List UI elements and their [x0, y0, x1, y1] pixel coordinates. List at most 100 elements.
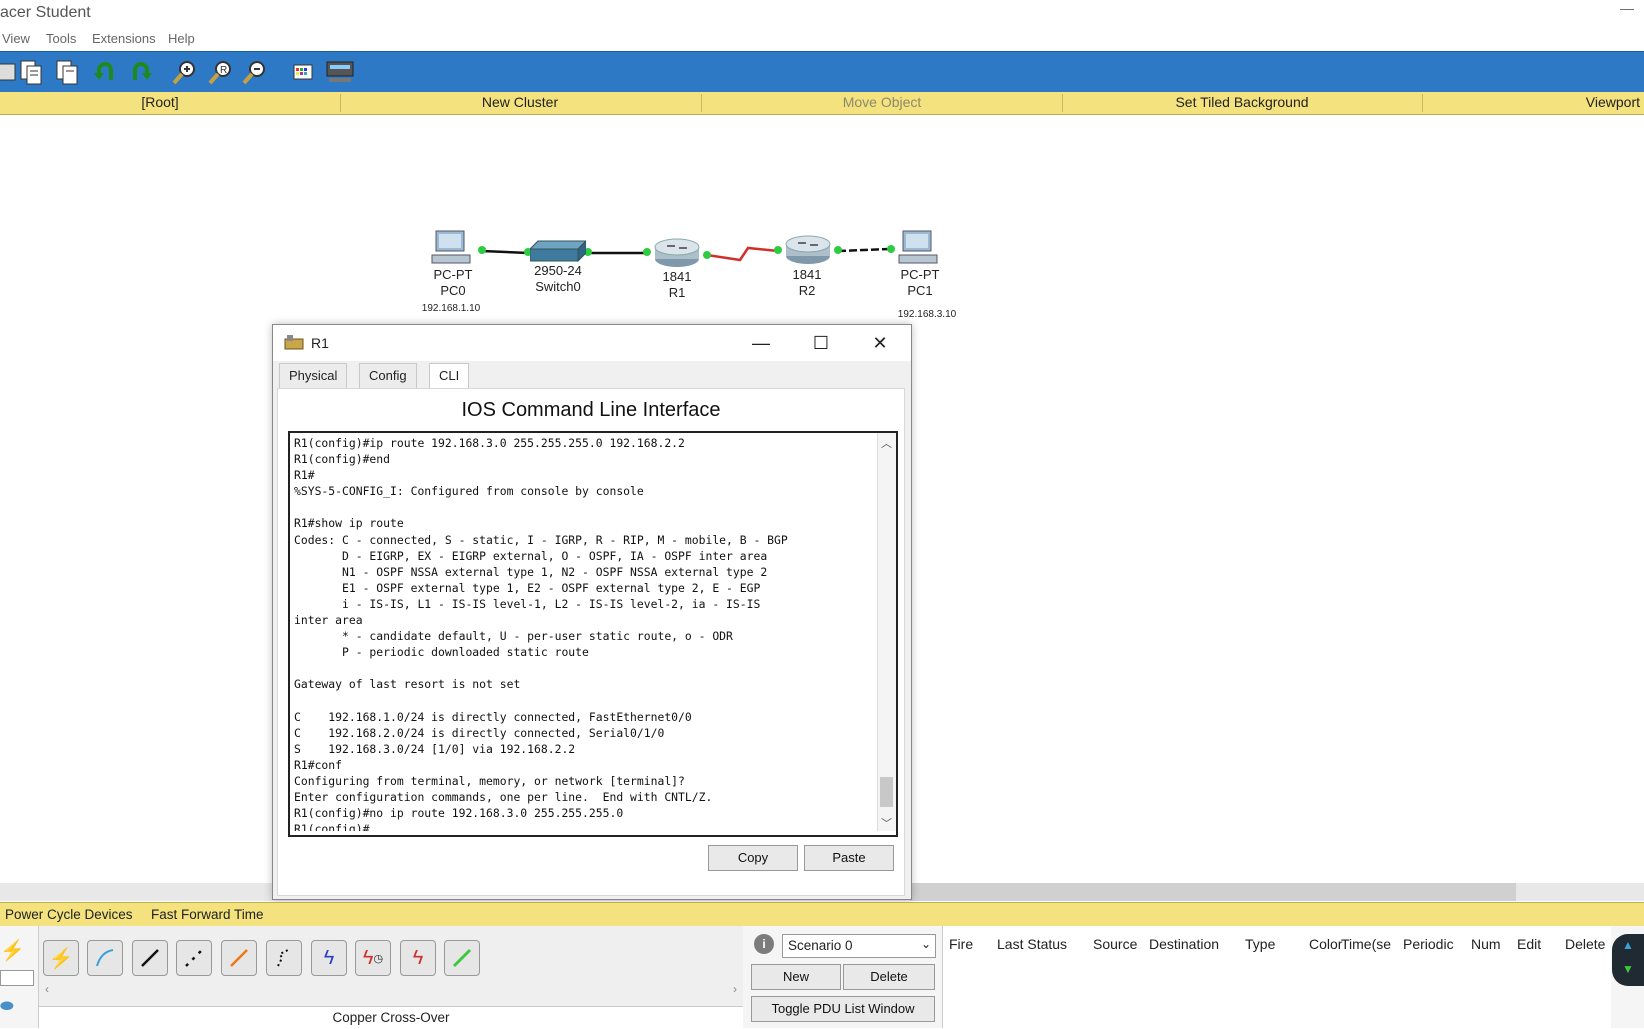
copper-straight-icon[interactable] [132, 940, 168, 976]
scrollbar-thumb[interactable] [910, 883, 1516, 901]
pc1-device[interactable] [897, 229, 941, 272]
pc1-ip-label: 192.168.3.10 [897, 309, 957, 320]
copy-button[interactable]: Copy [708, 845, 798, 871]
scenario-select[interactable]: Scenario 0 ⌄ [782, 934, 936, 958]
paste-button[interactable]: Paste [804, 845, 894, 871]
palette-icon[interactable] [288, 57, 318, 87]
pdu-col-periodic[interactable]: Periodic [1403, 936, 1454, 952]
redo-icon[interactable] [126, 57, 156, 87]
coaxial-icon[interactable]: ϟ [311, 940, 347, 976]
set-tiled-background-button[interactable]: Set Tiled Background [1142, 94, 1342, 110]
category-label-box [0, 970, 34, 986]
new-scenario-button[interactable]: New [751, 964, 841, 990]
serial-dce-icon[interactable]: ϟ ◷ [355, 940, 391, 976]
info-icon[interactable]: i [754, 934, 774, 954]
pc-icon [898, 230, 938, 264]
cli-scrollbar[interactable]: ︿ ﹀ [877, 433, 896, 831]
link-status-dot [703, 251, 711, 259]
chevron-up-icon[interactable]: ︿ [881, 435, 892, 451]
menu-tools[interactable]: Tools [46, 31, 76, 46]
copper-crossover-icon[interactable] [176, 940, 212, 976]
chevron-down-icon[interactable]: ﹀ [881, 815, 892, 831]
paste-icon[interactable] [52, 57, 82, 87]
scrollbar-thumb[interactable] [880, 777, 893, 807]
wireless-category-icon[interactable]: ⬬ [0, 998, 14, 1016]
app-title: acer Student [0, 4, 91, 21]
pdu-col-delete[interactable]: Delete [1565, 936, 1605, 952]
pdu-list: Fire Last Status Source Destination Type… [942, 926, 1611, 1028]
menu-extensions[interactable]: Extensions [92, 31, 156, 46]
fast-forward-button[interactable]: Fast Forward Time [151, 907, 264, 922]
tab-physical[interactable]: Physical [279, 363, 348, 388]
pc0-ip-label: 192.168.1.10 [421, 303, 481, 314]
link-status-dot [774, 246, 782, 254]
minimize-icon[interactable]: — [741, 329, 781, 357]
fiber-icon[interactable] [221, 940, 257, 976]
maximize-icon[interactable]: ☐ [801, 329, 841, 357]
custom-device-icon[interactable] [325, 57, 355, 87]
tab-cli[interactable]: CLI [429, 363, 470, 389]
new-cluster-button[interactable]: New Cluster [420, 94, 620, 110]
pdu-col-destination[interactable]: Destination [1149, 936, 1219, 952]
pdu-col-fire[interactable]: Fire [949, 936, 973, 952]
copy-icon[interactable] [16, 57, 46, 87]
pc0-name-label: PC0 [440, 283, 466, 298]
close-icon[interactable]: ✕ [860, 329, 900, 357]
pdu-col-num[interactable]: Num [1471, 936, 1501, 952]
zoom-reset-icon[interactable]: R [206, 57, 236, 87]
tab-config[interactable]: Config [359, 363, 417, 388]
chevron-right-icon[interactable]: › [733, 982, 737, 996]
console-cable-icon[interactable] [87, 940, 123, 976]
phone-cable-icon[interactable] [266, 940, 302, 976]
cli-output[interactable]: R1(config)#ip route 192.168.3.0 255.255.… [294, 435, 874, 831]
connection-type-label: Copper Cross-Over [39, 1006, 743, 1029]
link-r2-pc1 [837, 247, 891, 253]
zoom-in-icon[interactable] [170, 57, 200, 87]
cli-console[interactable]: R1(config)#ip route 192.168.3.0 255.255.… [288, 431, 898, 837]
main-toolbar: R [0, 51, 1644, 93]
arrow-up-icon: ▲ [1622, 938, 1634, 952]
r1-window-titlebar[interactable]: R1 — ☐ ✕ [273, 325, 911, 361]
chevron-left-icon[interactable]: ‹ [45, 982, 49, 996]
root-button[interactable]: [Root] [60, 94, 260, 110]
serial-dte-icon[interactable]: ϟ [400, 940, 436, 976]
viewport-button[interactable]: Viewport [1540, 94, 1640, 110]
link-status-dot [478, 246, 486, 254]
toggle-pdu-list-button[interactable]: Toggle PDU List Window [751, 996, 935, 1022]
auto-connection-icon[interactable]: ⚡ [43, 940, 79, 976]
pdu-col-source[interactable]: Source [1093, 936, 1137, 952]
pdu-col-edit[interactable]: Edit [1517, 936, 1541, 952]
connections-category-icon[interactable]: ⚡ [0, 938, 34, 966]
minimize-icon[interactable]: — [1620, 0, 1634, 16]
undo-icon[interactable] [90, 57, 120, 87]
link-status-dot [643, 248, 651, 256]
link-status-dot [834, 246, 842, 254]
move-object-button[interactable]: Move Object [782, 94, 982, 110]
switch-icon [528, 239, 588, 263]
delete-scenario-button[interactable]: Delete [843, 964, 935, 990]
pdu-col-last-status[interactable]: Last Status [997, 936, 1067, 952]
realtime-bar: Power Cycle Devices Fast Forward Time [0, 902, 1644, 927]
link-status-dot [887, 245, 895, 253]
cli-panel: IOS Command Line Interface R1(config)#ip… [277, 388, 905, 896]
pc1-type-label: PC-PT [900, 267, 940, 282]
menu-view[interactable]: View [2, 31, 30, 46]
pdu-col-type[interactable]: Type [1245, 936, 1275, 952]
menu-help[interactable]: Help [168, 31, 195, 46]
r1-name-label: R1 [668, 285, 686, 300]
octal-cable-icon[interactable] [444, 940, 480, 976]
r2-type-label: 1841 [792, 267, 822, 282]
pdu-col-color[interactable]: Color [1309, 936, 1342, 952]
pdu-col-time[interactable]: Time(se [1341, 936, 1397, 952]
router-icon [654, 238, 700, 267]
power-cycle-button[interactable]: Power Cycle Devices [5, 907, 133, 922]
r2-device[interactable] [784, 234, 832, 271]
device-panel-scrollbar[interactable]: ‹ › [43, 982, 739, 998]
pc-icon [431, 230, 471, 264]
r1-window-title: R1 [311, 335, 329, 351]
r1-type-label: 1841 [662, 269, 692, 284]
pc0-device[interactable] [430, 229, 474, 272]
zoom-out-icon[interactable] [240, 57, 270, 87]
realtime-toggle-widget[interactable]: ▲ ▼ [1612, 934, 1644, 986]
r1-window: R1 — ☐ ✕ Physical Config CLI IOS Command… [272, 324, 912, 900]
